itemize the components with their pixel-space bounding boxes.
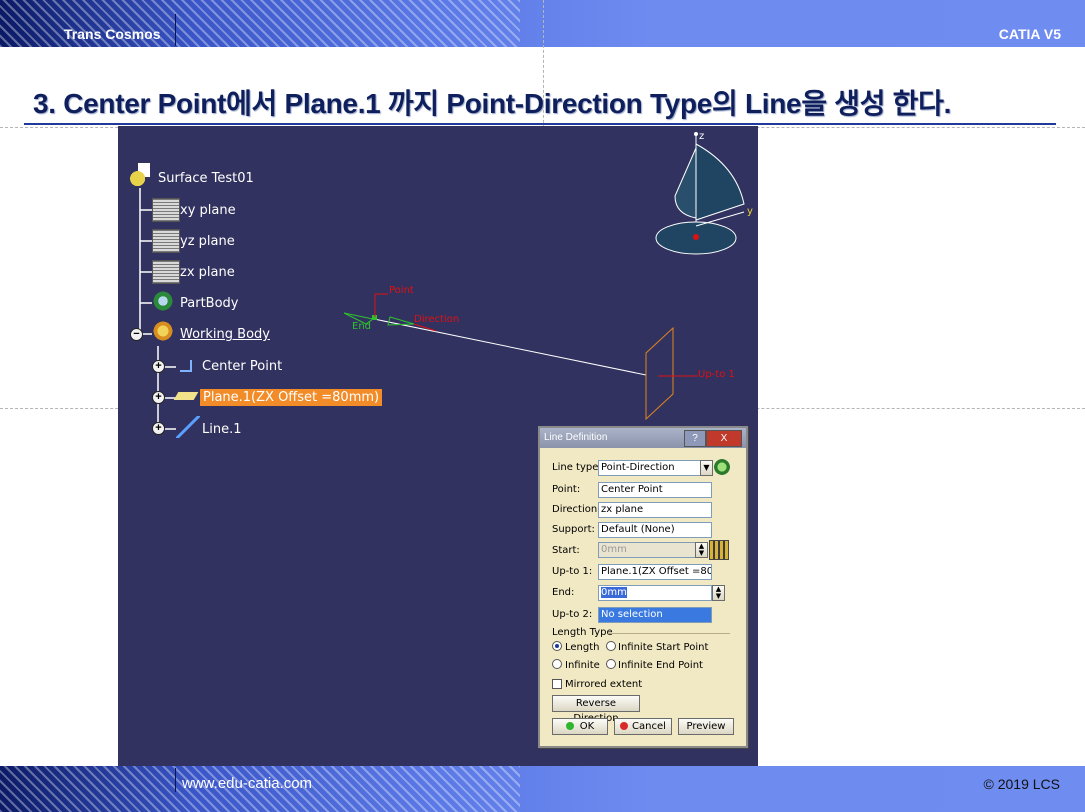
header-divider bbox=[175, 14, 176, 46]
footer-copyright: © 2019 LCS bbox=[983, 776, 1060, 792]
support-field[interactable]: Default (None) bbox=[598, 522, 712, 538]
start-field[interactable]: 0mm bbox=[598, 542, 696, 558]
infinite-start-radio[interactable] bbox=[606, 641, 616, 651]
preview-button[interactable]: Preview bbox=[678, 718, 734, 735]
dialog-titlebar[interactable]: Line Definition ? X bbox=[540, 428, 746, 448]
partbody-gear-icon bbox=[152, 290, 174, 312]
ok-button[interactable]: OK bbox=[552, 718, 608, 735]
tree-root-label[interactable]: Surface Test01 bbox=[158, 171, 254, 186]
end-annotation: End bbox=[352, 321, 372, 332]
compass-gizmo bbox=[655, 132, 745, 255]
ok-icon bbox=[565, 722, 574, 730]
up-to-1-annotation: Up-to 1 bbox=[698, 369, 735, 380]
cancel-button[interactable]: Cancel bbox=[614, 718, 672, 735]
line-type-options-icon[interactable] bbox=[714, 459, 730, 475]
footer-url[interactable]: www.edu-catia.com bbox=[182, 775, 312, 792]
product-label: CATIA V5 bbox=[998, 26, 1061, 42]
title-underline bbox=[24, 123, 1056, 125]
infinite-start-radio-label: Infinite Start Point bbox=[618, 642, 709, 653]
up-to-1-field[interactable]: Plane.1(ZX Offset =80mm bbox=[598, 564, 712, 580]
close-button[interactable]: X bbox=[706, 430, 742, 447]
up-to-2-field[interactable]: No selection bbox=[598, 607, 712, 623]
direction-annotation: Direction bbox=[414, 314, 460, 325]
footer-divider bbox=[175, 768, 176, 792]
end-value-selection: 0mm bbox=[601, 587, 627, 598]
up-to-2-label: Up-to 2: bbox=[552, 609, 593, 620]
compass-y-label: y bbox=[747, 206, 753, 217]
collapse-icon[interactable]: − bbox=[130, 328, 143, 341]
cancel-icon bbox=[620, 722, 629, 730]
point-icon bbox=[180, 360, 192, 372]
line-type-select[interactable]: Point-Direction bbox=[598, 460, 702, 476]
help-button[interactable]: ? bbox=[684, 430, 706, 447]
tree-item-xy-plane[interactable]: xy plane bbox=[180, 203, 236, 218]
expand-icon[interactable]: + bbox=[152, 422, 165, 435]
working-body-gear-icon bbox=[152, 320, 174, 342]
ok-label: OK bbox=[579, 721, 595, 732]
plane-icon bbox=[152, 260, 180, 284]
plane-icon bbox=[152, 198, 180, 222]
line-definition-dialog: Line Definition ? X Line type : Point-Di… bbox=[538, 426, 748, 748]
infinite-radio[interactable] bbox=[552, 659, 562, 669]
tree-item-plane-1[interactable]: Plane.1(ZX Offset =80mm) bbox=[200, 389, 383, 406]
tree-item-yz-plane[interactable]: yz plane bbox=[180, 234, 235, 249]
reverse-direction-button[interactable]: Reverse Direction bbox=[552, 695, 640, 724]
infinite-end-radio-label: Infinite End Point bbox=[618, 660, 703, 671]
up-to-1-label: Up-to 1: bbox=[552, 566, 593, 577]
length-type-group-label: Length Type bbox=[552, 627, 613, 638]
start-label: Start: bbox=[552, 545, 580, 556]
tree-item-line-1[interactable]: Line.1 bbox=[202, 422, 242, 437]
start-spinner-icon[interactable]: ▲ ▼ bbox=[695, 542, 708, 558]
direction-field[interactable]: zx plane bbox=[598, 502, 712, 518]
compass-z-label: z bbox=[699, 131, 705, 142]
document-gear-icon bbox=[128, 163, 152, 189]
length-radio-label: Length bbox=[565, 642, 600, 653]
tree-item-zx-plane[interactable]: zx plane bbox=[180, 265, 235, 280]
plane-icon bbox=[152, 229, 180, 253]
infinite-radio-label: Infinite bbox=[565, 660, 600, 671]
point-annotation: Point bbox=[389, 285, 414, 296]
line-type-label: Line type : bbox=[552, 462, 605, 473]
expand-icon[interactable]: + bbox=[152, 391, 165, 404]
geometry-preview bbox=[343, 293, 698, 421]
direction-label: Direction: bbox=[552, 504, 601, 515]
tree-item-working-body[interactable]: Working Body bbox=[180, 327, 270, 342]
expand-icon[interactable]: + bbox=[152, 360, 165, 373]
dialog-title: Line Definition bbox=[544, 432, 608, 443]
end-spinner-icon[interactable]: ▲ ▼ bbox=[712, 585, 725, 601]
cancel-label: Cancel bbox=[632, 721, 666, 732]
measure-icon[interactable] bbox=[709, 540, 729, 560]
mirrored-extent-checkbox[interactable] bbox=[552, 679, 562, 689]
line-icon bbox=[176, 416, 200, 438]
point-field[interactable]: Center Point bbox=[598, 482, 712, 498]
group-divider bbox=[608, 633, 730, 634]
tree-item-partbody[interactable]: PartBody bbox=[180, 296, 238, 311]
point-label: Point: bbox=[552, 484, 581, 495]
length-radio[interactable] bbox=[552, 641, 562, 651]
footer-bar: www.edu-catia.com © 2019 LCS bbox=[0, 766, 1085, 812]
brand-label: Trans Cosmos bbox=[64, 26, 161, 42]
slide-title: 3. Center Point에서 Plane.1 까지 Point-Direc… bbox=[33, 88, 952, 119]
mirrored-extent-label: Mirrored extent bbox=[565, 679, 643, 690]
chevron-down-icon[interactable]: ▼ bbox=[700, 460, 713, 476]
tree-item-center-point[interactable]: Center Point bbox=[202, 359, 282, 374]
infinite-end-radio[interactable] bbox=[606, 659, 616, 669]
end-field[interactable]: 0mm bbox=[598, 585, 712, 601]
end-label: End: bbox=[552, 587, 575, 598]
support-label: Support: bbox=[552, 524, 595, 535]
